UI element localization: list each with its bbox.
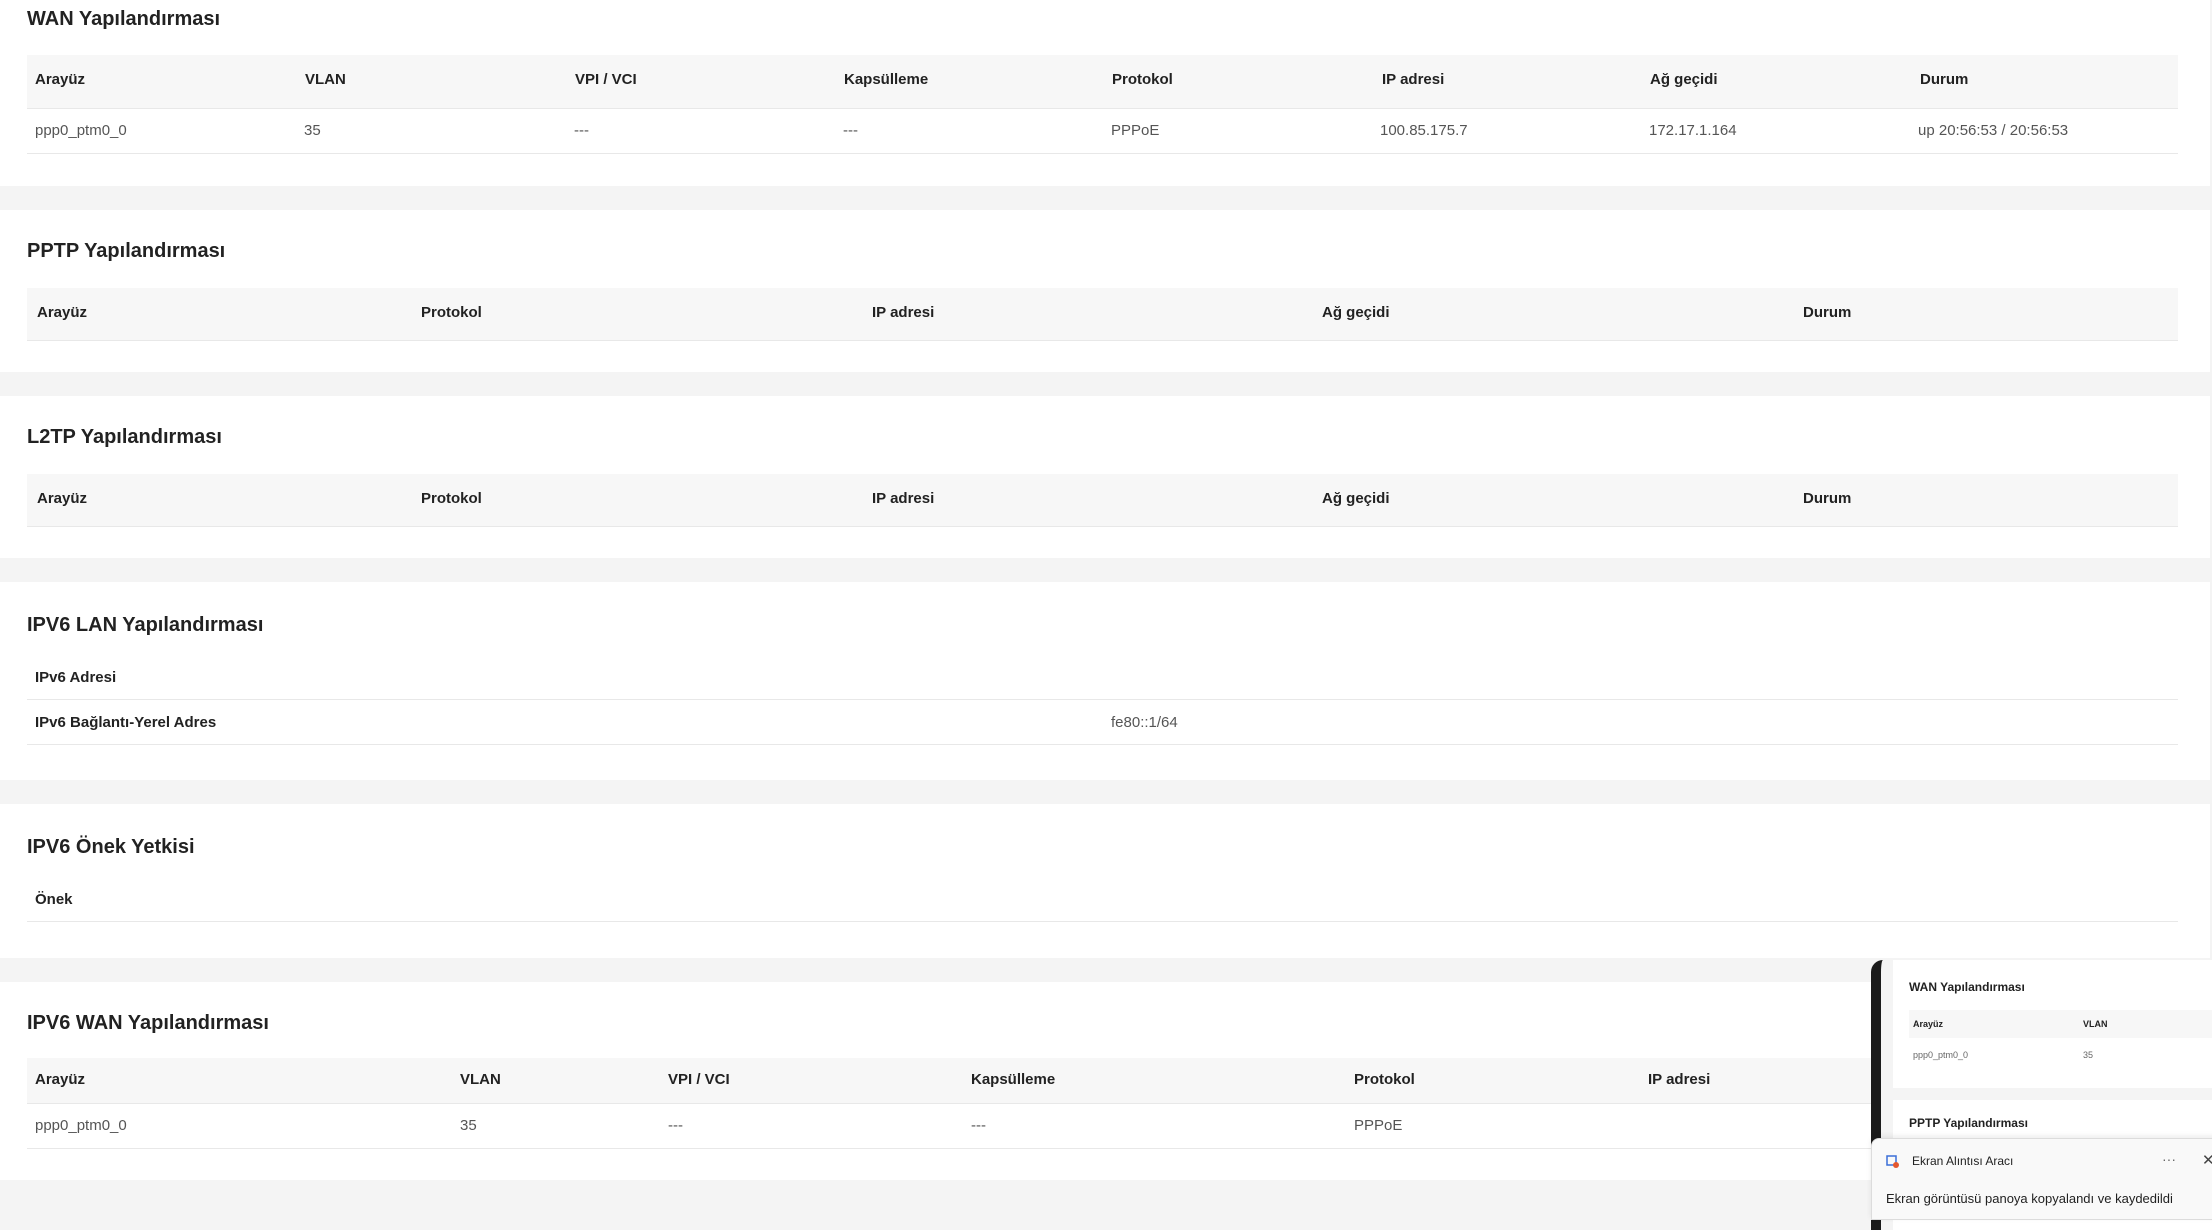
cell-vpi-vci: --- xyxy=(668,1117,683,1134)
ipv6-prefix-section: IPV6 Önek Yetkisi Önek xyxy=(0,804,2210,958)
col-vlan: VLAN xyxy=(305,71,346,88)
close-icon[interactable]: ✕ xyxy=(2202,1151,2212,1169)
table-header-row: Arayüz Protokol IP adresi Ağ geçidi Duru… xyxy=(27,474,2178,527)
col-status: Durum xyxy=(1803,490,1852,507)
col-protocol: Protokol xyxy=(421,490,482,507)
cell-encapsulation: --- xyxy=(843,122,858,139)
col-interface: Arayüz xyxy=(35,71,86,88)
list-item: IPv6 Bağlantı-Yerel Adres fe80::1/64 xyxy=(27,699,2178,745)
ipv6-lan-title: IPV6 LAN Yapılandırması xyxy=(27,614,264,636)
col-vpi-vci: VPI / VCI xyxy=(668,1071,730,1088)
notification-app-name: Ekran Alıntısı Aracı xyxy=(1912,1154,2014,1168)
cell-interface: ppp0_ptm0_0 xyxy=(35,1117,127,1134)
wan-config-title: WAN Yapılandırması xyxy=(27,8,221,30)
snipping-tool-icon xyxy=(1886,1155,1899,1168)
col-gateway: Ağ geçidi xyxy=(1322,304,1390,321)
l2tp-config-section: L2TP Yapılandırması Arayüz Protokol IP a… xyxy=(0,396,2210,558)
preview-pptp-title: PPTP Yapılandırması xyxy=(1909,1116,2028,1130)
ipv6-link-local-value: fe80::1/64 xyxy=(1111,714,1178,731)
col-ip-address: IP adresi xyxy=(872,304,935,321)
ipv6-address-label: IPv6 Adresi xyxy=(35,669,117,686)
list-item: IPv6 Adresi xyxy=(27,654,2178,700)
col-interface: Arayüz xyxy=(37,304,88,321)
col-ip-address: IP adresi xyxy=(1382,71,1445,88)
col-protocol: Protokol xyxy=(1354,1071,1415,1088)
cell-gateway: 172.17.1.164 xyxy=(1649,122,1737,139)
col-vlan: VLAN xyxy=(460,1071,501,1088)
col-ip-address: IP adresi xyxy=(1648,1071,1711,1088)
col-interface: Arayüz xyxy=(37,490,88,507)
col-ip-address: IP adresi xyxy=(872,490,935,507)
cell-ip-address: 100.85.175.7 xyxy=(1380,122,1468,139)
col-protocol: Protokol xyxy=(421,304,482,321)
col-encapsulation: Kapsülleme xyxy=(844,71,929,88)
table-header-row: Arayüz VLAN VPI / VCI Kapsülleme Protoko… xyxy=(27,1058,2178,1104)
snipping-tool-notification[interactable]: Ekran Alıntısı Aracı ··· ✕ Ekran görüntü… xyxy=(1871,1138,2212,1220)
prefix-label: Önek xyxy=(35,891,73,908)
wan-config-section: WAN Yapılandırması Arayüz VLAN VPI / VCI… xyxy=(0,0,2210,186)
cell-vlan: 35 xyxy=(304,122,321,139)
col-status: Durum xyxy=(1920,71,1969,88)
ipv6-prefix-title: IPV6 Önek Yetkisi xyxy=(27,836,195,858)
preview-cell-interface: ppp0_ptm0_0 xyxy=(1913,1050,1969,1060)
preview-cell-vlan: 35 xyxy=(2083,1050,2094,1060)
ipv6-wan-title: IPV6 WAN Yapılandırması xyxy=(27,1012,269,1034)
more-options-button[interactable]: ··· xyxy=(2162,1151,2176,1167)
pptp-config-title: PPTP Yapılandırması xyxy=(27,240,226,262)
preview-wan-title: WAN Yapılandırması xyxy=(1909,980,2025,994)
cell-status: up 20:56:53 / 20:56:53 xyxy=(1918,122,2069,139)
col-status: Durum xyxy=(1803,304,1852,321)
cell-protocol: PPPoE xyxy=(1354,1117,1403,1134)
l2tp-config-title: L2TP Yapılandırması xyxy=(27,426,222,448)
preview-table-header: Arayüz VLAN xyxy=(1909,1010,2212,1038)
col-vpi-vci: VPI / VCI xyxy=(575,71,637,88)
ipv6-lan-section: IPV6 LAN Yapılandırması IPv6 Adresi IPv6… xyxy=(0,582,2210,780)
preview-col-vlan: VLAN xyxy=(2083,1019,2108,1029)
col-encapsulation: Kapsülleme xyxy=(971,1071,1056,1088)
pptp-config-section: PPTP Yapılandırması Arayüz Protokol IP a… xyxy=(0,210,2210,372)
table-row: ppp0_ptm0_0 35 --- --- PPPoE xyxy=(27,1103,2178,1149)
col-gateway: Ağ geçidi xyxy=(1650,71,1718,88)
cell-protocol: PPPoE xyxy=(1111,122,1160,139)
preview-col-interface: Arayüz xyxy=(1913,1019,1944,1029)
cell-vpi-vci: --- xyxy=(574,122,589,139)
table-header-row: Arayüz VLAN VPI / VCI Kapsülleme Protoko… xyxy=(27,55,2178,109)
preview-wan-section: WAN Yapılandırması Arayüz VLAN ppp0_ptm0… xyxy=(1893,960,2212,1088)
table-header-row: Arayüz Protokol IP adresi Ağ geçidi Duru… xyxy=(27,288,2178,341)
col-gateway: Ağ geçidi xyxy=(1322,490,1390,507)
cell-encapsulation: --- xyxy=(971,1117,986,1134)
list-item: Önek xyxy=(27,876,2178,922)
col-interface: Arayüz xyxy=(35,1071,86,1088)
table-row: ppp0_ptm0_0 35 --- --- PPPoE 100.85.175.… xyxy=(27,108,2178,154)
ipv6-link-local-label: IPv6 Bağlantı-Yerel Adres xyxy=(35,714,217,731)
cell-vlan: 35 xyxy=(460,1117,477,1134)
col-protocol: Protokol xyxy=(1112,71,1173,88)
cell-interface: ppp0_ptm0_0 xyxy=(35,122,127,139)
